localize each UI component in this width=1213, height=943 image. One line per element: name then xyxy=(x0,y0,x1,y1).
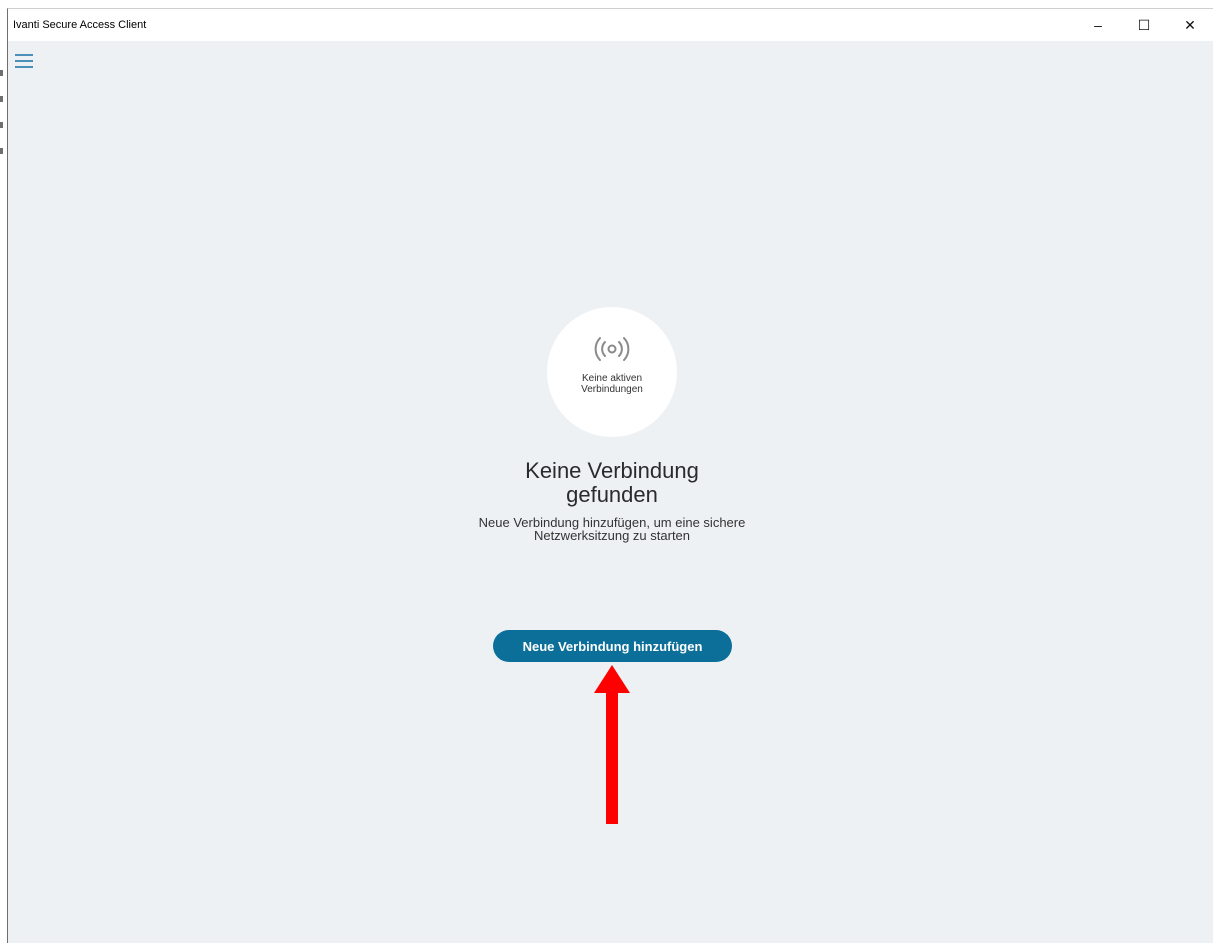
status-label-line1: Keine aktiven xyxy=(581,373,643,384)
close-icon: ✕ xyxy=(1184,16,1196,33)
minimize-icon: – xyxy=(1094,17,1102,33)
window-title: Ivanti Secure Access Client xyxy=(13,19,147,31)
heading-line1: Keine Verbindung xyxy=(525,458,699,483)
desktop-edge-mark xyxy=(0,70,3,76)
status-label-line2: Verbindungen xyxy=(581,384,643,395)
subtext-line2: Netzwerksitzung zu starten xyxy=(533,528,691,543)
close-button[interactable]: ✕ xyxy=(1167,9,1213,41)
desktop-edge-mark xyxy=(0,148,3,154)
add-connection-button[interactable]: Neue Verbindung hinzufügen xyxy=(493,630,732,662)
broadcast-signal-icon xyxy=(594,337,630,361)
annotation-arrow xyxy=(594,665,630,824)
heading-line2: gefunden xyxy=(566,482,658,507)
empty-state-description: Neue Verbindung hinzufügen, um eine sich… xyxy=(362,516,862,542)
minimize-button[interactable]: – xyxy=(1075,9,1121,41)
desktop-edge-mark xyxy=(0,96,3,102)
empty-state-heading: Keine Verbindung gefunden xyxy=(412,459,812,507)
app-window: Ivanti Secure Access Client – ☐ ✕ Keine … xyxy=(7,8,1213,943)
status-label: Keine aktiven Verbindungen xyxy=(547,373,677,395)
title-bar[interactable]: Ivanti Secure Access Client – ☐ ✕ xyxy=(8,9,1213,41)
maximize-button[interactable]: ☐ xyxy=(1121,9,1167,41)
connection-status-circle: Keine aktiven Verbindungen xyxy=(547,307,677,437)
hamburger-menu-icon[interactable] xyxy=(15,54,33,70)
maximize-icon: ☐ xyxy=(1137,16,1151,33)
desktop-edge-mark xyxy=(0,122,3,128)
